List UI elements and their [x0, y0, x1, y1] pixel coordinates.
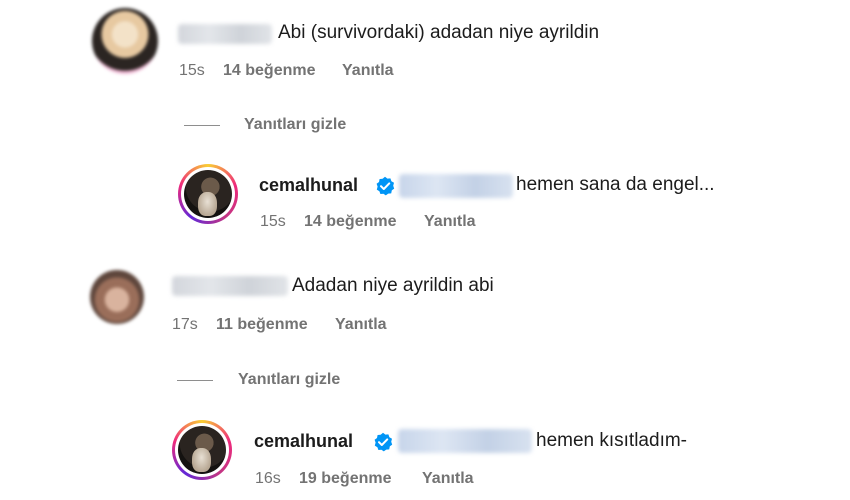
reply-avatar	[184, 170, 232, 218]
hide-replies-line	[184, 125, 220, 126]
verified-badge-icon	[376, 176, 395, 196]
reply-username[interactable]: cemalhunal	[259, 175, 358, 196]
reply-text: hemen kısıtladım-	[536, 430, 687, 451]
reply-reply-button[interactable]: Yanıtla	[422, 470, 474, 488]
hide-replies-button[interactable]: Yanıtları gizle	[238, 371, 340, 389]
hide-replies-line	[177, 380, 213, 381]
reply-likes[interactable]: 19 beğenme	[299, 470, 391, 488]
commenter-avatar[interactable]	[92, 8, 158, 74]
commenter-username-blurred[interactable]	[172, 276, 288, 296]
mention-blurred[interactable]	[398, 429, 532, 453]
comment-time[interactable]: 17s	[172, 316, 198, 334]
reply-avatar-story-ring[interactable]	[172, 420, 232, 480]
comment-likes[interactable]: 11 beğenme	[216, 316, 308, 334]
commenter-username-blurred[interactable]	[178, 24, 272, 44]
reply-time[interactable]: 16s	[255, 470, 281, 488]
comment-text: Adadan niye ayrildin abi	[292, 275, 494, 296]
commenter-avatar[interactable]	[90, 270, 144, 324]
comment-text: Abi (survivordaki) adadan niye ayrildin	[278, 22, 600, 43]
verified-badge-icon	[374, 432, 393, 452]
reply-button[interactable]: Yanıtla	[342, 62, 394, 80]
reply-avatar-story-ring[interactable]	[178, 164, 238, 224]
comment-likes[interactable]: 14 beğenme	[223, 62, 315, 80]
mention-blurred[interactable]	[399, 174, 513, 198]
reply-reply-button[interactable]: Yanıtla	[424, 213, 476, 231]
reply-text: hemen sana da engel...	[516, 174, 715, 195]
reply-button[interactable]: Yanıtla	[335, 316, 387, 334]
reply-username[interactable]: cemalhunal	[254, 431, 353, 452]
hide-replies-button[interactable]: Yanıtları gizle	[244, 116, 346, 134]
reply-time[interactable]: 15s	[260, 213, 286, 231]
reply-likes[interactable]: 14 beğenme	[304, 213, 396, 231]
reply-avatar	[178, 426, 226, 474]
comment-time[interactable]: 15s	[179, 62, 205, 80]
